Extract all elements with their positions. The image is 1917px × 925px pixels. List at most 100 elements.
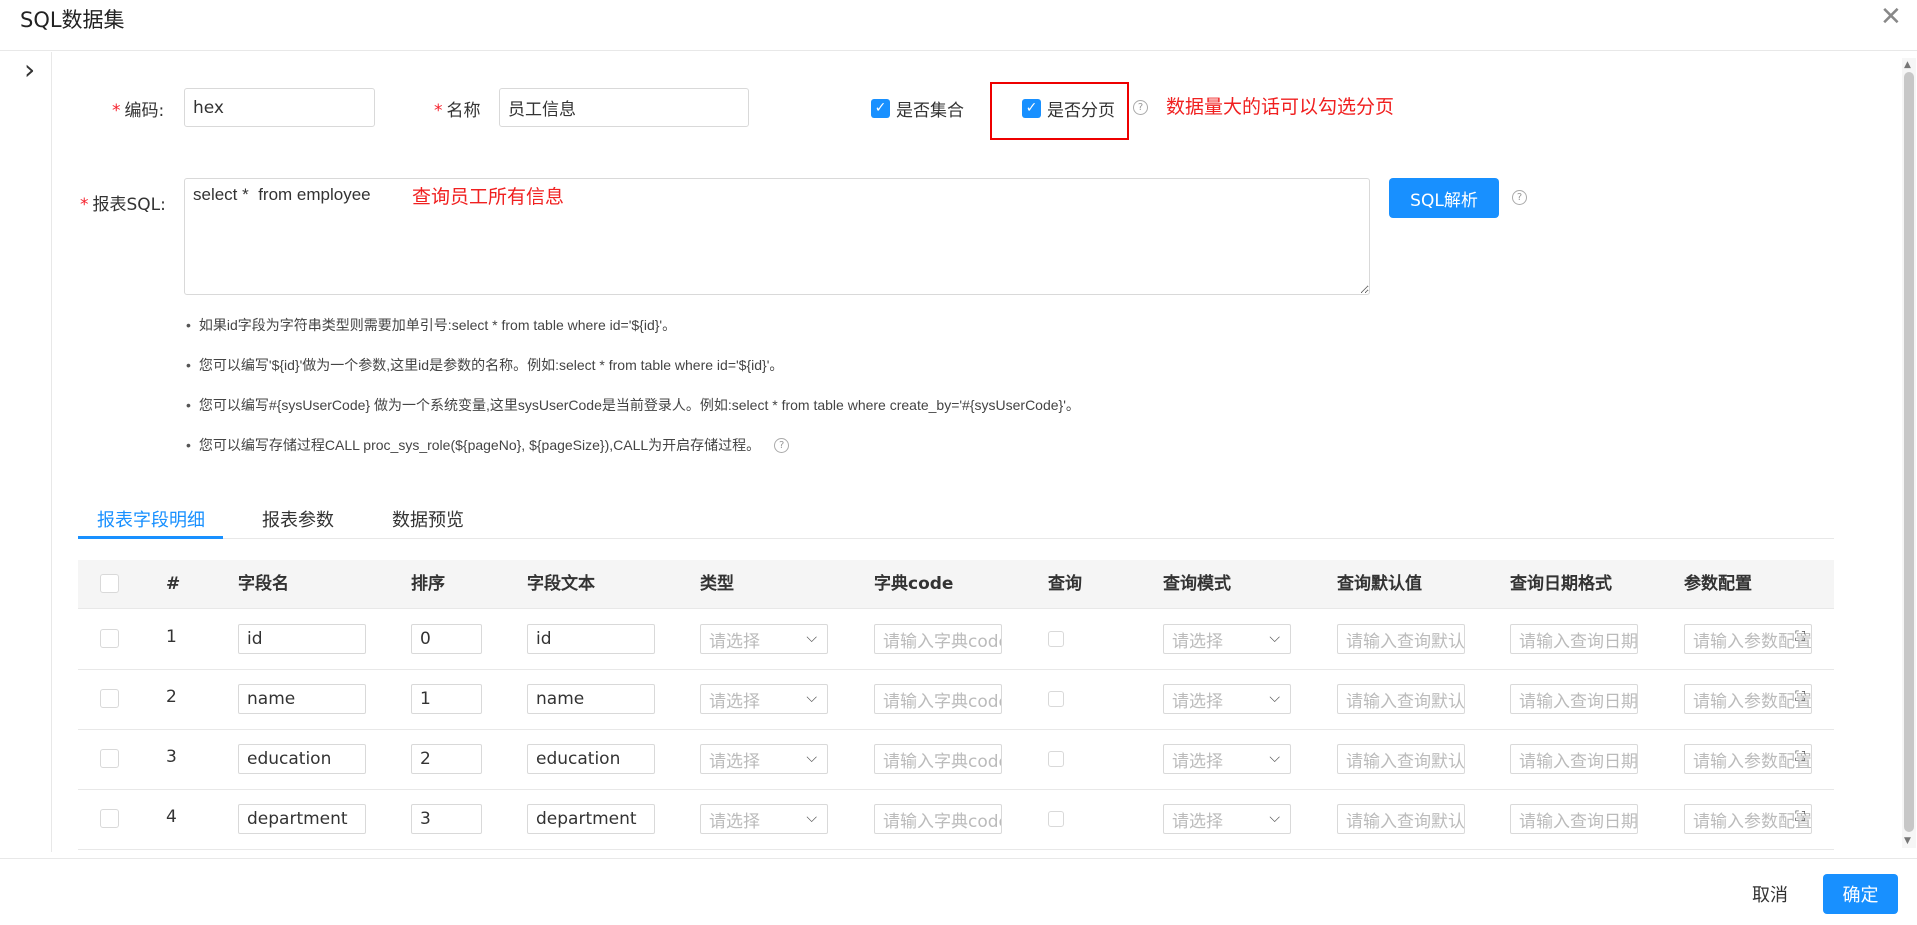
sql-parse-button[interactable]: SQL解析 [1389, 178, 1499, 218]
field-name-input[interactable]: id [238, 624, 366, 654]
dict-code-input[interactable]: 请输入字典code [874, 744, 1002, 774]
field-name-input[interactable]: education [238, 744, 366, 774]
param-config-input[interactable]: 请输入参数配置 ⛶ [1684, 684, 1812, 714]
row-index: 3 [166, 747, 177, 767]
type-select-placeholder: 请选择 [709, 811, 760, 832]
expand-icon[interactable]: ⛶ [1795, 689, 1805, 705]
date-format-input[interactable]: 请输入查询日期格式 [1510, 744, 1638, 774]
tip-4-text: 您可以编写存储过程CALL proc_sys_role(${pageNo}, $… [186, 435, 760, 455]
sql-annotation: 查询员工所有信息 [412, 186, 565, 208]
query-checkbox[interactable] [1048, 811, 1064, 827]
row-checkbox[interactable] [100, 809, 119, 828]
default-value-placeholder: 请输入查询默认值 [1346, 691, 1465, 712]
field-text-input[interactable]: department [527, 804, 655, 834]
param-config-input[interactable]: 请输入参数配置 ⛶ [1684, 744, 1812, 774]
is-collection-checkbox[interactable]: ✓ 是否集合 [871, 96, 964, 121]
query-mode-select[interactable]: 请选择 ⌵ [1163, 684, 1291, 714]
type-select-placeholder: 请选择 [709, 691, 760, 712]
sql-label: * 报表SQL: [80, 195, 166, 215]
checkmark-icon: ✓ [871, 99, 890, 118]
close-icon[interactable]: ✕ [1880, 4, 1902, 30]
row-index: 1 [166, 627, 177, 647]
is-paging-checkbox[interactable]: ✓ 是否分页 [1022, 96, 1115, 121]
help-icon[interactable]: ? [774, 437, 790, 453]
date-format-placeholder: 请输入查询日期格式 [1519, 751, 1638, 772]
required-mark: * [80, 195, 89, 215]
chevron-right-icon[interactable]: › [24, 56, 35, 84]
name-input[interactable]: 员工信息 [499, 88, 749, 127]
param-config-input[interactable]: 请输入参数配置 ⛶ [1684, 624, 1812, 654]
cancel-button[interactable]: 取消 [1740, 874, 1800, 914]
query-mode-placeholder: 请选择 [1172, 631, 1223, 652]
default-value-input[interactable]: 请输入查询默认值 [1337, 684, 1465, 714]
row-checkbox[interactable] [100, 629, 119, 648]
type-select[interactable]: 请选择 ⌵ [700, 624, 828, 654]
dialog-title: SQL数据集 [20, 8, 125, 32]
dict-code-input[interactable]: 请输入字典code [874, 684, 1002, 714]
col-param-config: 参数配置 [1684, 574, 1752, 594]
type-select-placeholder: 请选择 [709, 631, 760, 652]
order-input[interactable]: 3 [411, 804, 482, 834]
field-name-input[interactable]: department [238, 804, 366, 834]
order-input[interactable]: 1 [411, 684, 482, 714]
query-checkbox[interactable] [1048, 751, 1064, 767]
chevron-down-icon: ⌵ [806, 810, 817, 826]
sql-textarea[interactable] [184, 178, 1370, 295]
param-config-placeholder: 请输入参数配置 [1693, 631, 1812, 652]
default-value-placeholder: 请输入查询默认值 [1346, 751, 1465, 772]
field-name-input[interactable]: name [238, 684, 366, 714]
table-row: 2 name 1 name 请选择 ⌵ 请输入字典code 请选择 ⌵ 请输入查… [78, 669, 1834, 730]
order-input[interactable]: 2 [411, 744, 482, 774]
help-icon[interactable]: ? [1133, 100, 1148, 115]
date-format-input[interactable]: 请输入查询日期格式 [1510, 684, 1638, 714]
expand-icon[interactable]: ⛶ [1795, 749, 1805, 765]
row-checkbox[interactable] [100, 689, 119, 708]
query-mode-select[interactable]: 请选择 ⌵ [1163, 804, 1291, 834]
tab-data-preview[interactable]: 数据预览 [392, 506, 464, 532]
field-text-input[interactable]: education [527, 744, 655, 774]
date-format-placeholder: 请输入查询日期格式 [1519, 811, 1638, 832]
dict-code-placeholder: 请输入字典code [883, 751, 1002, 772]
query-mode-select[interactable]: 请选择 ⌵ [1163, 624, 1291, 654]
tab-bar-divider [78, 538, 1834, 539]
query-checkbox[interactable] [1048, 631, 1064, 647]
date-format-input[interactable]: 请输入查询日期格式 [1510, 624, 1638, 654]
query-checkbox[interactable] [1048, 691, 1064, 707]
expand-icon[interactable]: ⛶ [1795, 809, 1805, 825]
default-value-input[interactable]: 请输入查询默认值 [1337, 744, 1465, 774]
chevron-down-icon: ⌵ [1269, 750, 1280, 766]
scroll-up-icon[interactable]: ▲ [1904, 60, 1911, 70]
field-text-input[interactable]: name [527, 684, 655, 714]
col-date-format: 查询日期格式 [1510, 574, 1612, 594]
type-select[interactable]: 请选择 ⌵ [700, 684, 828, 714]
chevron-down-icon: ⌵ [806, 690, 817, 706]
name-label: * 名称 [434, 101, 481, 121]
tip-4: 您可以编写存储过程CALL proc_sys_role(${pageNo}, $… [186, 435, 790, 455]
order-input[interactable]: 0 [411, 624, 482, 654]
tab-field-details[interactable]: 报表字段明细 [97, 506, 205, 532]
confirm-button[interactable]: 确定 [1823, 874, 1898, 914]
date-format-input[interactable]: 请输入查询日期格式 [1510, 804, 1638, 834]
scroll-down-icon[interactable]: ▼ [1904, 836, 1911, 846]
select-all-checkbox[interactable] [100, 574, 119, 593]
type-select[interactable]: 请选择 ⌵ [700, 744, 828, 774]
default-value-input[interactable]: 请输入查询默认值 [1337, 804, 1465, 834]
checkmark-icon: ✓ [1022, 99, 1041, 118]
row-index: 2 [166, 687, 177, 707]
dict-code-input[interactable]: 请输入字典code [874, 624, 1002, 654]
param-config-input[interactable]: 请输入参数配置 ⛶ [1684, 804, 1812, 834]
tab-active-indicator [78, 536, 223, 539]
tip-3: 您可以编写#{sysUserCode} 做为一个系统变量,这里sysUserCo… [186, 395, 1080, 415]
code-input[interactable]: hex [184, 88, 375, 127]
chevron-down-icon: ⌵ [1269, 810, 1280, 826]
help-icon[interactable]: ? [1512, 190, 1527, 205]
type-select[interactable]: 请选择 ⌵ [700, 804, 828, 834]
field-text-input[interactable]: id [527, 624, 655, 654]
dict-code-input[interactable]: 请输入字典code [874, 804, 1002, 834]
expand-icon[interactable]: ⛶ [1795, 629, 1805, 645]
scrollbar-thumb[interactable] [1904, 72, 1914, 832]
query-mode-select[interactable]: 请选择 ⌵ [1163, 744, 1291, 774]
default-value-input[interactable]: 请输入查询默认值 [1337, 624, 1465, 654]
row-checkbox[interactable] [100, 749, 119, 768]
tab-report-params[interactable]: 报表参数 [262, 506, 334, 532]
